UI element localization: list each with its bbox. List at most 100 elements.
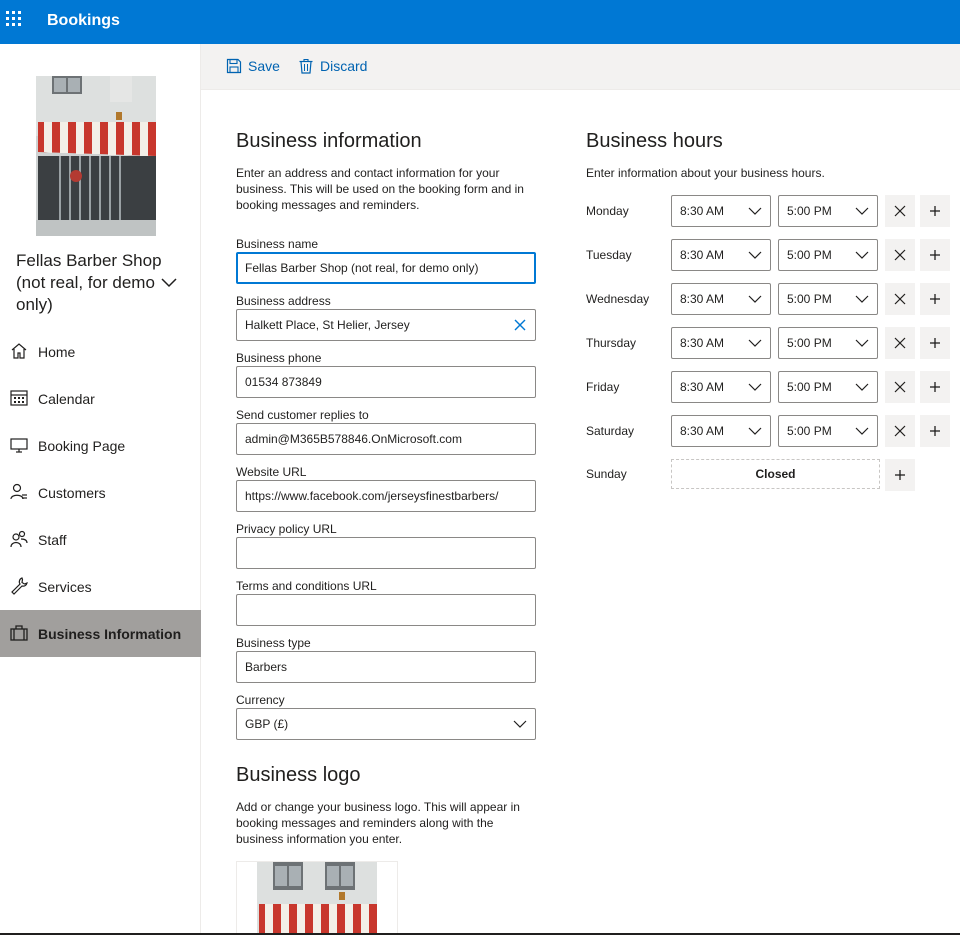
day-label-sunday: Sunday <box>586 467 627 481</box>
top-bar: Bookings <box>0 0 960 44</box>
open-time-dropdown-monday[interactable]: 8:30 AM <box>671 195 771 227</box>
wrench-icon <box>11 577 28 595</box>
plus-icon <box>930 382 940 392</box>
close-icon <box>894 205 906 217</box>
clear-icon[interactable] <box>513 318 527 332</box>
add-hours-button-monday[interactable] <box>920 195 950 227</box>
sidebar-item-business-information[interactable]: Business Information <box>0 610 201 657</box>
chevron-down-icon <box>513 720 527 728</box>
close-time-value: 5:00 PM <box>787 248 832 262</box>
chevron-down-icon <box>855 207 869 215</box>
close-time-dropdown-saturday[interactable]: 5:00 PM <box>778 415 878 447</box>
customer-replies-input[interactable]: admin@M365B578846.OnMicrosoft.com <box>236 423 536 455</box>
open-time-dropdown-saturday[interactable]: 8:30 AM <box>671 415 771 447</box>
add-hours-button-tuesday[interactable] <box>920 239 950 271</box>
discard-button[interactable]: Discard <box>298 58 367 74</box>
business-address-value: Halkett Place, St Helier, Jersey <box>245 318 410 332</box>
open-time-value: 8:30 AM <box>680 336 725 350</box>
sidebar-item-label: Home <box>38 343 76 360</box>
chevron-down-icon <box>855 251 869 259</box>
chevron-down-icon <box>748 339 762 347</box>
add-hours-button-friday[interactable] <box>920 371 950 403</box>
website-url-label: Website URL <box>236 465 307 479</box>
open-time-dropdown-wednesday[interactable]: 8:30 AM <box>671 283 771 315</box>
sidebar-item-staff[interactable]: Staff <box>0 516 201 563</box>
close-time-dropdown-wednesday[interactable]: 5:00 PM <box>778 283 878 315</box>
plus-icon <box>930 426 940 436</box>
currency-dropdown[interactable]: GBP (£) <box>236 708 536 740</box>
open-time-value: 8:30 AM <box>680 380 725 394</box>
chevron-down-icon <box>855 427 869 435</box>
command-bar: Save Discard <box>201 44 960 90</box>
privacy-policy-label: Privacy policy URL <box>236 522 337 536</box>
remove-hours-button-monday[interactable] <box>885 195 915 227</box>
business-name-input[interactable]: Fellas Barber Shop (not real, for demo o… <box>236 252 536 284</box>
remove-hours-button-tuesday[interactable] <box>885 239 915 271</box>
open-time-dropdown-thursday[interactable]: 8:30 AM <box>671 327 771 359</box>
remove-hours-button-saturday[interactable] <box>885 415 915 447</box>
save-button[interactable]: Save <box>226 58 280 74</box>
sidebar-item-calendar[interactable]: Calendar <box>0 375 201 422</box>
day-label-monday: Monday <box>586 204 629 218</box>
close-time-dropdown-friday[interactable]: 5:00 PM <box>778 371 878 403</box>
sunday-closed-slot[interactable]: Closed <box>671 459 880 489</box>
close-time-dropdown-tuesday[interactable]: 5:00 PM <box>778 239 878 271</box>
sidebar-item-label: Customers <box>38 484 106 501</box>
save-icon <box>226 58 242 74</box>
website-url-input[interactable]: https://www.facebook.com/jerseysfinestba… <box>236 480 536 512</box>
business-phone-input[interactable]: 01534 873849 <box>236 366 536 398</box>
terms-input[interactable] <box>236 594 536 626</box>
add-hours-button-wednesday[interactable] <box>920 283 950 315</box>
add-hours-button-thursday[interactable] <box>920 327 950 359</box>
website-url-value: https://www.facebook.com/jerseysfinestba… <box>245 489 499 503</box>
plus-icon <box>930 338 940 348</box>
sidebar-item-services[interactable]: Services <box>0 563 201 610</box>
business-logo-image[interactable] <box>236 861 398 935</box>
remove-hours-button-thursday[interactable] <box>885 327 915 359</box>
chevron-down-icon[interactable] <box>160 276 178 288</box>
open-time-value: 8:30 AM <box>680 292 725 306</box>
day-label-wednesday: Wednesday <box>586 292 650 306</box>
business-logo-description: Add or change your business logo. This w… <box>236 800 520 846</box>
business-logo-heading: Business logo <box>236 764 361 786</box>
close-time-dropdown-thursday[interactable]: 5:00 PM <box>778 327 878 359</box>
chevron-down-icon <box>855 339 869 347</box>
trash-icon <box>299 58 313 74</box>
shop-name[interactable]: Fellas Barber Shop (not real, for demo o… <box>16 250 166 316</box>
close-time-value: 5:00 PM <box>787 424 832 438</box>
staff-icon <box>10 530 28 548</box>
day-label-friday: Friday <box>586 380 620 394</box>
business-address-input[interactable]: Halkett Place, St Helier, Jersey <box>236 309 536 341</box>
add-hours-button-saturday[interactable] <box>920 415 950 447</box>
open-time-value: 8:30 AM <box>680 204 725 218</box>
open-time-value: 8:30 AM <box>680 424 725 438</box>
business-name-value: Fellas Barber Shop (not real, for demo o… <box>245 261 479 275</box>
discard-label: Discard <box>320 58 368 74</box>
business-name-label: Business name <box>236 237 319 251</box>
close-time-value: 5:00 PM <box>787 336 832 350</box>
add-hours-button-sunday[interactable] <box>885 459 915 491</box>
customer-replies-value: admin@M365B578846.OnMicrosoft.com <box>245 432 462 446</box>
open-time-dropdown-friday[interactable]: 8:30 AM <box>671 371 771 403</box>
remove-hours-button-friday[interactable] <box>885 371 915 403</box>
close-icon <box>894 337 906 349</box>
chevron-down-icon <box>748 427 762 435</box>
close-time-dropdown-monday[interactable]: 5:00 PM <box>778 195 878 227</box>
business-hours-heading: Business hours <box>586 130 723 152</box>
app-launcher-icon[interactable] <box>6 11 24 29</box>
chevron-down-icon <box>748 207 762 215</box>
sidebar-item-booking-page[interactable]: Booking Page <box>0 422 201 469</box>
close-time-value: 5:00 PM <box>787 292 832 306</box>
app-title[interactable]: Bookings <box>47 12 120 30</box>
open-time-dropdown-tuesday[interactable]: 8:30 AM <box>671 239 771 271</box>
currency-label: Currency <box>236 693 285 707</box>
remove-hours-button-wednesday[interactable] <box>885 283 915 315</box>
sidebar-item-home[interactable]: Home <box>0 328 201 375</box>
monitor-icon <box>10 438 28 453</box>
close-time-value: 5:00 PM <box>787 204 832 218</box>
business-phone-value: 01534 873849 <box>245 375 322 389</box>
business-type-input[interactable]: Barbers <box>236 651 536 683</box>
currency-value: GBP (£) <box>245 717 289 731</box>
sidebar-item-customers[interactable]: Customers <box>0 469 201 516</box>
privacy-policy-input[interactable] <box>236 537 536 569</box>
